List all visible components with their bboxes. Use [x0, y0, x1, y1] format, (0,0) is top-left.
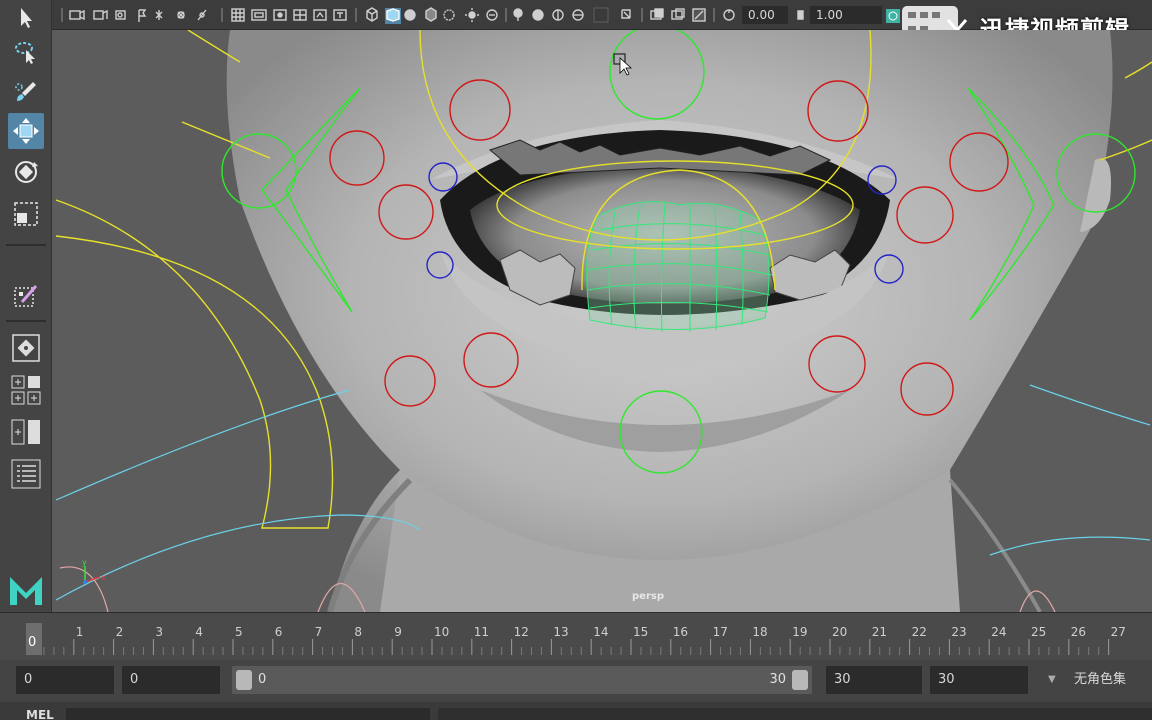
frame-number: 20 — [832, 625, 848, 639]
start-time-field[interactable]: 0 — [16, 666, 114, 694]
frame-number: 5 — [235, 625, 243, 639]
current-frame-label: 0 — [28, 635, 37, 650]
perspective-viewport[interactable]: y x persp — [52, 30, 1152, 612]
rotate-value-field[interactable]: 0.00 — [742, 6, 788, 24]
soft-select-tool-icon[interactable] — [8, 278, 44, 314]
viewport-scene: y x — [52, 30, 1152, 612]
frame-number: 19 — [792, 625, 808, 639]
frame-number: 12 — [513, 625, 529, 639]
frame-number: 21 — [871, 625, 888, 639]
time-slider-ticks — [33, 639, 1110, 655]
select-tool-icon[interactable] — [8, 0, 44, 36]
playback-end-field[interactable]: 30 — [826, 666, 922, 694]
time-slider[interactable]: 0 1 2 3 4 5 6 7 8 9 10 11 12 13 14 15 16 17 18 19 20 21 22 23 2… — [0, 612, 1152, 660]
end-time-field[interactable]: 30 — [930, 666, 1028, 694]
toolbox-divider — [6, 244, 46, 246]
svg-text:x: x — [101, 573, 106, 582]
frame-number: 24 — [991, 625, 1007, 639]
command-output — [438, 708, 1152, 720]
frame-number: 16 — [672, 625, 689, 639]
toolbox-divider — [6, 320, 46, 322]
frame-number: 8 — [354, 625, 363, 639]
frame-number: 26 — [1070, 625, 1087, 639]
command-line: MEL — [0, 702, 1152, 720]
frame-number: 17 — [712, 625, 728, 639]
two-view-layout-icon[interactable] — [8, 414, 44, 450]
scale-value-field[interactable]: 1.00 — [810, 6, 882, 24]
frame-number: 18 — [752, 625, 768, 639]
frame-number: 3 — [155, 625, 164, 639]
scale-tool-icon[interactable] — [8, 196, 44, 232]
range-start-handle[interactable] — [236, 670, 252, 690]
lasso-tool-icon[interactable] — [8, 34, 44, 70]
frame-number: 27 — [1110, 625, 1126, 639]
character-set-dropdown-icon[interactable]: ▼ — [1048, 674, 1056, 685]
frame-number: 22 — [911, 625, 927, 639]
maya-window: 0.00 1.00 迅捷视频剪辑 — [0, 0, 1152, 720]
mel-label[interactable]: MEL — [26, 708, 54, 720]
maya-logo-icon — [8, 572, 44, 608]
single-perspective-layout-icon[interactable] — [8, 330, 44, 366]
character-set-menu[interactable]: 无角色集 — [1068, 666, 1152, 694]
frame-number: 2 — [115, 625, 124, 639]
current-frame-marker[interactable]: 0 — [26, 623, 42, 655]
range-slider-bar: 0 0 0 30 30 30 ▼ 无角色集 — [0, 660, 1152, 702]
outliner-layout-icon[interactable] — [8, 456, 44, 492]
svg-text:y: y — [82, 558, 87, 567]
move-tool-icon[interactable] — [8, 113, 44, 149]
rotate-tool-icon[interactable] — [8, 154, 44, 190]
frame-number: 7 — [314, 625, 323, 639]
command-input[interactable] — [66, 708, 430, 720]
frame-number: 15 — [633, 625, 649, 639]
frame-number: 23 — [951, 625, 967, 639]
range-end-label: 30 — [769, 672, 786, 687]
tongue-wireframe — [586, 201, 773, 333]
toolbox — [0, 0, 52, 612]
camera-label: persp — [632, 591, 664, 602]
range-slider[interactable]: 0 30 — [232, 666, 812, 694]
frame-number: 1 — [75, 625, 84, 639]
playback-start-field[interactable]: 0 — [122, 666, 220, 694]
frame-number: 6 — [274, 625, 283, 639]
four-view-layout-icon[interactable] — [8, 372, 44, 408]
frame-number: 13 — [553, 625, 569, 639]
range-start-label: 0 — [258, 672, 267, 687]
frame-number: 9 — [394, 625, 402, 639]
range-end-handle[interactable] — [792, 670, 808, 690]
frame-number: 14 — [593, 625, 609, 639]
frame-number: 4 — [195, 625, 203, 639]
frame-number: 10 — [434, 625, 450, 639]
frame-number: 25 — [1031, 625, 1047, 639]
paint-select-tool-icon[interactable] — [8, 74, 44, 110]
frame-number: 11 — [473, 625, 490, 639]
